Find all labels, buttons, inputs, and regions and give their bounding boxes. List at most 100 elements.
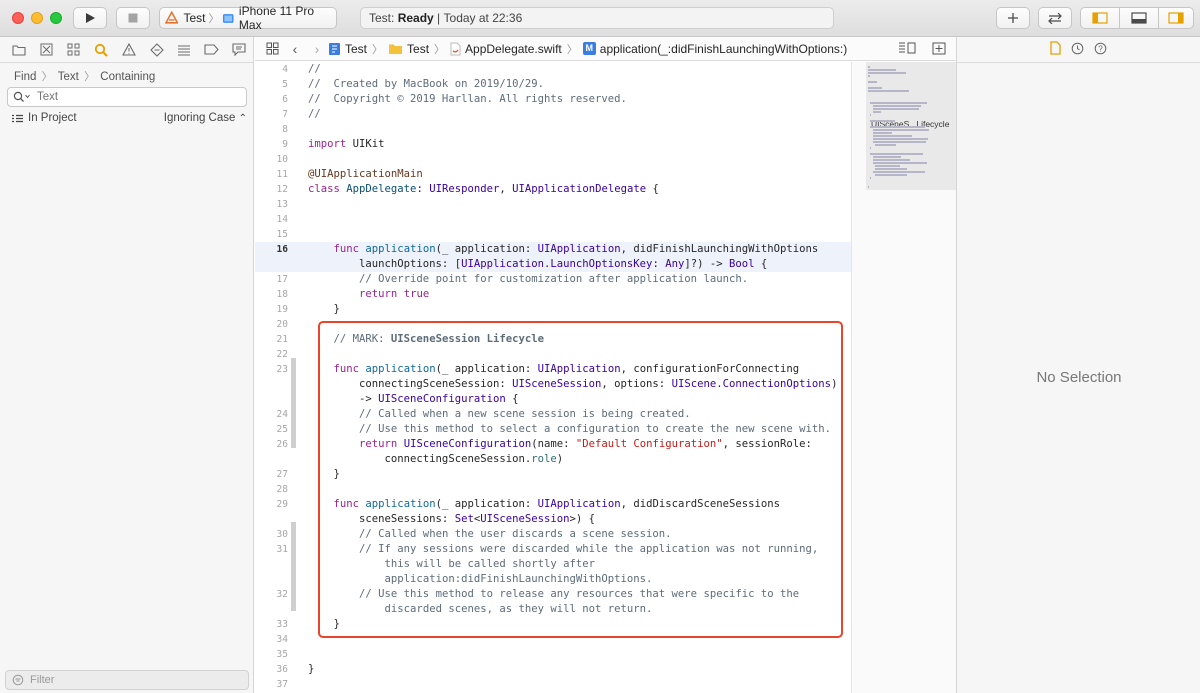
- toggle-navigator-button[interactable]: [1080, 7, 1120, 29]
- code-line[interactable]: 26 return UISceneConfiguration(name: "De…: [255, 437, 851, 452]
- code-line[interactable]: 37: [255, 677, 851, 692]
- code-line[interactable]: connectingSceneSession: UISceneSession, …: [255, 377, 851, 392]
- line-number[interactable]: 28: [255, 482, 288, 497]
- related-items-button[interactable]: [260, 42, 284, 55]
- tab-tests[interactable]: [143, 39, 171, 61]
- breadcrumb-group[interactable]: Test: [388, 42, 429, 56]
- line-number[interactable]: 21: [255, 332, 288, 347]
- code-line[interactable]: 11 @UIApplicationMain: [255, 167, 851, 182]
- tab-breakpoints[interactable]: [198, 39, 226, 61]
- line-number[interactable]: 27: [255, 467, 288, 482]
- code-line[interactable]: 7 //: [255, 107, 851, 122]
- source-editor[interactable]: 4 // 5 // Created by MacBook on 2019/10/29.…: [255, 62, 851, 693]
- code-line[interactable]: 17 // Override point for customization a…: [255, 272, 851, 287]
- magnifier-dropdown-icon[interactable]: [13, 91, 31, 103]
- code-line[interactable]: 13: [255, 197, 851, 212]
- code-review-button[interactable]: [1038, 7, 1072, 29]
- code-line[interactable]: 10: [255, 152, 851, 167]
- line-number[interactable]: 23: [255, 362, 288, 377]
- line-number[interactable]: 24: [255, 407, 288, 422]
- tab-reports[interactable]: [226, 39, 254, 61]
- line-number[interactable]: 31: [255, 542, 288, 557]
- code-line[interactable]: 23 func application(_ application: UIApp…: [255, 362, 851, 377]
- line-number[interactable]: 7: [255, 107, 288, 122]
- code-line[interactable]: 29 func application(_ application: UIApp…: [255, 497, 851, 512]
- find-mode-action[interactable]: Find: [14, 71, 36, 83]
- code-line[interactable]: 22: [255, 347, 851, 362]
- run-button[interactable]: [73, 7, 107, 29]
- code-line[interactable]: connectingSceneSession.role): [255, 452, 851, 467]
- code-line[interactable]: 18 return true: [255, 287, 851, 302]
- breadcrumb-method[interactable]: M application(_:didFinishLaunchingWithOp…: [582, 42, 847, 56]
- close-window-button[interactable]: [12, 12, 24, 24]
- editor-options-button[interactable]: [898, 42, 916, 57]
- minimap[interactable]: UISceneS...Lifecycle: [851, 62, 957, 693]
- line-number[interactable]: 6: [255, 92, 288, 107]
- code-line[interactable]: 16 func application(_ application: UIApp…: [255, 242, 851, 257]
- tab-file-inspector[interactable]: [1050, 41, 1061, 58]
- code-line[interactable]: 8: [255, 122, 851, 137]
- tab-project[interactable]: [5, 39, 33, 61]
- line-number[interactable]: 30: [255, 527, 288, 542]
- line-number[interactable]: 12: [255, 182, 288, 197]
- line-number[interactable]: 35: [255, 647, 288, 662]
- line-number[interactable]: 32: [255, 587, 288, 602]
- navigator-filter-field[interactable]: Filter: [5, 670, 249, 690]
- find-search-input[interactable]: [37, 91, 227, 103]
- code-line[interactable]: 5 // Created by MacBook on 2019/10/29.: [255, 77, 851, 92]
- code-line[interactable]: sceneSessions: Set<UISceneSession>) {: [255, 512, 851, 527]
- line-number[interactable]: 36: [255, 662, 288, 677]
- code-line[interactable]: 27 }: [255, 467, 851, 482]
- code-line[interactable]: 35: [255, 647, 851, 662]
- code-line[interactable]: 9 import UIKit: [255, 137, 851, 152]
- forward-button[interactable]: ›: [306, 41, 328, 57]
- line-number[interactable]: 11: [255, 167, 288, 182]
- line-number[interactable]: 37: [255, 677, 288, 692]
- line-number[interactable]: 33: [255, 617, 288, 632]
- line-number[interactable]: 15: [255, 227, 288, 242]
- code-line[interactable]: 20: [255, 317, 851, 332]
- line-number[interactable]: 20: [255, 317, 288, 332]
- line-number[interactable]: 19: [255, 302, 288, 317]
- code-line[interactable]: this will be called shortly after: [255, 557, 851, 572]
- code-line[interactable]: 34: [255, 632, 851, 647]
- code-line[interactable]: 25 // Use this method to select a config…: [255, 422, 851, 437]
- minimize-window-button[interactable]: [31, 12, 43, 24]
- line-number[interactable]: 18: [255, 287, 288, 302]
- line-number[interactable]: 13: [255, 197, 288, 212]
- line-number[interactable]: 5: [255, 77, 288, 92]
- code-line[interactable]: 30 // Called when the user discards a sc…: [255, 527, 851, 542]
- tab-debug[interactable]: [170, 39, 198, 61]
- code-line[interactable]: 36}: [255, 662, 851, 677]
- code-line[interactable]: 24 // Called when a new scene session is…: [255, 407, 851, 422]
- code-line[interactable]: 19 }: [255, 302, 851, 317]
- code-line[interactable]: 31 // If any sessions were discarded whi…: [255, 542, 851, 557]
- scope-selector[interactable]: In Project: [12, 112, 77, 124]
- code-line[interactable]: 21 // MARK: UISceneSession Lifecycle: [255, 332, 851, 347]
- code-line[interactable]: 33 }: [255, 617, 851, 632]
- add-editor-button[interactable]: [932, 42, 946, 58]
- find-mode-breadcrumb[interactable]: Find 〉 Text 〉 Containing: [14, 68, 155, 84]
- line-number[interactable]: 29: [255, 497, 288, 512]
- line-number[interactable]: 9: [255, 137, 288, 152]
- line-number[interactable]: 4: [255, 62, 288, 77]
- tab-quick-help[interactable]: ?: [1094, 42, 1107, 58]
- find-search-field[interactable]: [7, 87, 247, 107]
- line-number[interactable]: 22: [255, 347, 288, 362]
- code-line[interactable]: 14: [255, 212, 851, 227]
- line-number[interactable]: 25: [255, 422, 288, 437]
- tab-symbols[interactable]: [60, 39, 88, 61]
- code-line[interactable]: 28: [255, 482, 851, 497]
- back-button[interactable]: ‹: [284, 41, 306, 57]
- tab-find[interactable]: [88, 39, 116, 61]
- tab-source-control[interactable]: [33, 39, 61, 61]
- line-number[interactable]: 34: [255, 632, 288, 647]
- code-line[interactable]: launchOptions: [UIApplication.LaunchOpti…: [255, 257, 851, 272]
- code-line[interactable]: 15: [255, 227, 851, 242]
- find-mode-match[interactable]: Containing: [100, 71, 155, 83]
- tab-history-inspector[interactable]: [1071, 42, 1084, 58]
- code-line[interactable]: 6 // Copyright © 2019 Harllan. All rights…: [255, 92, 851, 107]
- breadcrumb-file[interactable]: AppDelegate.swift: [450, 42, 562, 56]
- code-line[interactable]: 12 class AppDelegate: UIResponder, UIAppl…: [255, 182, 851, 197]
- find-mode-type[interactable]: Text: [58, 71, 79, 83]
